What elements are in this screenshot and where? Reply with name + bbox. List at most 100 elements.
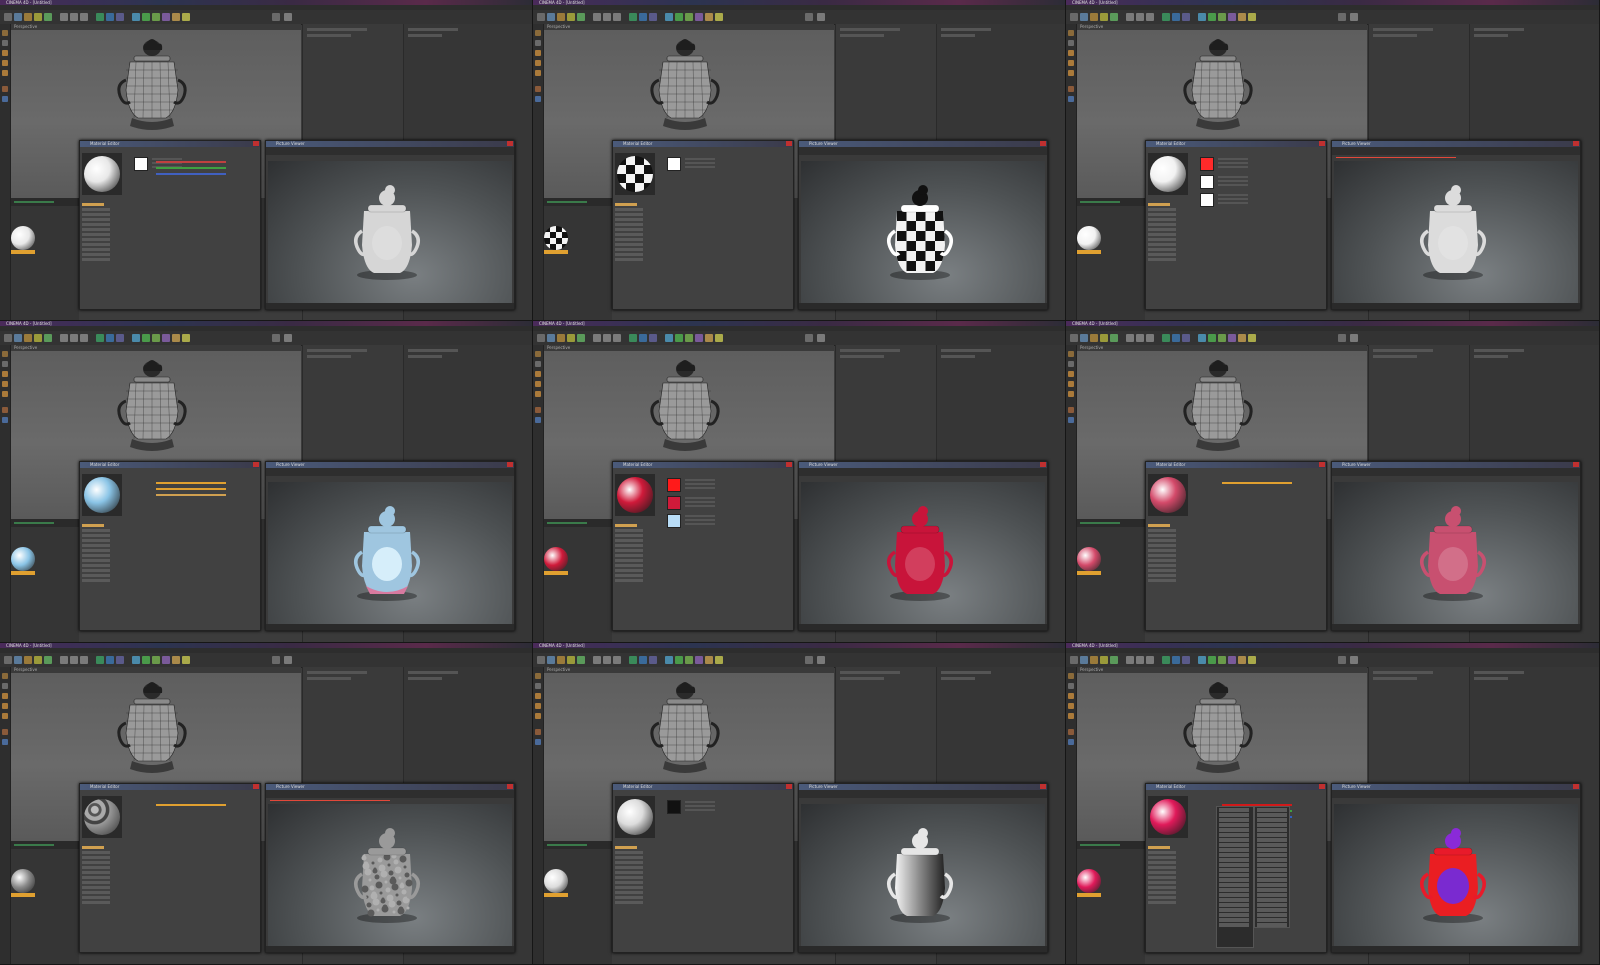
channel-item[interactable]	[615, 901, 643, 904]
texture-mode-icon[interactable]	[1068, 683, 1074, 689]
channel-item[interactable]	[1148, 233, 1176, 236]
timeline-range[interactable]	[547, 522, 587, 524]
close-icon[interactable]	[786, 141, 792, 146]
menu-item[interactable]	[1219, 888, 1249, 892]
edges-mode-icon[interactable]	[535, 60, 541, 66]
workplane-icon[interactable]	[1068, 417, 1074, 423]
viewport-layout-icon[interactable]	[284, 13, 292, 21]
channel-item[interactable]	[615, 579, 643, 582]
channel-item[interactable]	[1148, 524, 1170, 527]
render-settings-icon[interactable]	[116, 13, 124, 21]
nurbs-icon[interactable]	[1218, 334, 1226, 342]
cube-icon[interactable]	[1198, 656, 1206, 664]
deformer-icon[interactable]	[1228, 656, 1236, 664]
deformer-icon[interactable]	[162, 656, 170, 664]
channel-item[interactable]	[615, 203, 637, 206]
render-picture-icon[interactable]	[106, 13, 114, 21]
scene-icon[interactable]	[172, 334, 180, 342]
channel-item[interactable]	[82, 554, 110, 557]
scene-icon[interactable]	[172, 13, 180, 21]
undo-icon[interactable]	[1070, 656, 1078, 664]
move-icon[interactable]	[557, 334, 565, 342]
color-swatch[interactable]	[667, 496, 681, 510]
material-thumbnail[interactable]	[11, 869, 35, 893]
axis-y-icon[interactable]	[603, 656, 611, 664]
channel-item[interactable]	[615, 529, 643, 532]
polygons-mode-icon[interactable]	[535, 70, 541, 76]
material-thumbnail-label[interactable]	[1077, 571, 1101, 575]
material-thumbnail[interactable]	[544, 547, 568, 571]
material-thumbnail[interactable]	[1077, 226, 1101, 250]
snap-icon[interactable]	[535, 86, 541, 92]
cube-icon[interactable]	[665, 656, 673, 664]
menu-item[interactable]	[1257, 903, 1287, 907]
picture-viewer-window[interactable]: Picture Viewer	[798, 783, 1048, 953]
timeline[interactable]	[11, 519, 79, 527]
timeline[interactable]	[544, 519, 612, 527]
value-slider[interactable]	[685, 809, 715, 811]
deformer-icon[interactable]	[695, 13, 703, 21]
wireframe-jar-model[interactable]	[112, 30, 192, 140]
viewport-layout-icon[interactable]	[817, 656, 825, 664]
channel-item[interactable]	[82, 856, 110, 859]
axis-z-icon[interactable]	[613, 13, 621, 21]
layout-icon[interactable]	[272, 656, 280, 664]
channel-item[interactable]	[82, 881, 110, 884]
channel-item[interactable]	[82, 549, 110, 552]
menu-item[interactable]	[1257, 838, 1287, 842]
scale-icon[interactable]	[1100, 13, 1108, 21]
channel-item[interactable]	[1148, 253, 1176, 256]
channel-item[interactable]	[1148, 218, 1176, 221]
layout-icon[interactable]	[805, 334, 813, 342]
scale-icon[interactable]	[34, 656, 42, 664]
menu-item[interactable]	[1219, 903, 1249, 907]
nurbs-icon[interactable]	[685, 334, 693, 342]
model-mode-icon[interactable]	[2, 30, 8, 36]
undo-icon[interactable]	[1070, 13, 1078, 21]
material-editor-window[interactable]: Material Editor	[1145, 783, 1327, 953]
axis-y-icon[interactable]	[70, 656, 78, 664]
channel-item[interactable]	[615, 243, 643, 246]
layout-icon[interactable]	[1338, 334, 1346, 342]
material-editor-window[interactable]: Material Editor	[79, 461, 261, 631]
timeline[interactable]	[11, 198, 79, 206]
material-thumbnail[interactable]	[544, 869, 568, 893]
close-icon[interactable]	[507, 784, 513, 789]
wireframe-jar-model[interactable]	[112, 673, 192, 783]
value-slider[interactable]	[685, 501, 715, 503]
axis-y-icon[interactable]	[1136, 334, 1144, 342]
points-mode-icon[interactable]	[2, 371, 8, 377]
cube-icon[interactable]	[132, 13, 140, 21]
edges-mode-icon[interactable]	[1068, 703, 1074, 709]
light-icon[interactable]	[182, 334, 190, 342]
timeline-range[interactable]	[1080, 522, 1120, 524]
picture-viewer-toolbar[interactable]	[266, 790, 514, 798]
value-slider[interactable]	[685, 505, 715, 507]
texture-mode-icon[interactable]	[535, 361, 541, 367]
channel-item[interactable]	[615, 564, 643, 567]
spline-icon[interactable]	[142, 13, 150, 21]
channel-item[interactable]	[615, 856, 643, 859]
scene-icon[interactable]	[705, 656, 713, 664]
cube-icon[interactable]	[665, 334, 673, 342]
channel-item[interactable]	[615, 228, 643, 231]
channel-item[interactable]	[82, 896, 110, 899]
value-slider[interactable]	[685, 515, 715, 517]
channel-item[interactable]	[615, 851, 643, 854]
light-icon[interactable]	[715, 13, 723, 21]
close-icon[interactable]	[253, 141, 259, 146]
channel-item[interactable]	[1148, 871, 1176, 874]
channel-item[interactable]	[615, 846, 637, 849]
move-icon[interactable]	[1090, 334, 1098, 342]
color-swatch[interactable]	[1200, 157, 1214, 171]
menu-item[interactable]	[1219, 828, 1249, 832]
select-icon[interactable]	[1080, 656, 1088, 664]
spline-icon[interactable]	[1208, 13, 1216, 21]
spline-icon[interactable]	[142, 656, 150, 664]
render-picture-icon[interactable]	[1172, 334, 1180, 342]
select-icon[interactable]	[14, 13, 22, 21]
material-editor-window[interactable]: Material Editor	[612, 783, 794, 953]
axis-z-icon[interactable]	[613, 334, 621, 342]
material-editor-titlebar[interactable]: Material Editor	[1146, 462, 1326, 468]
channel-item[interactable]	[82, 851, 110, 854]
